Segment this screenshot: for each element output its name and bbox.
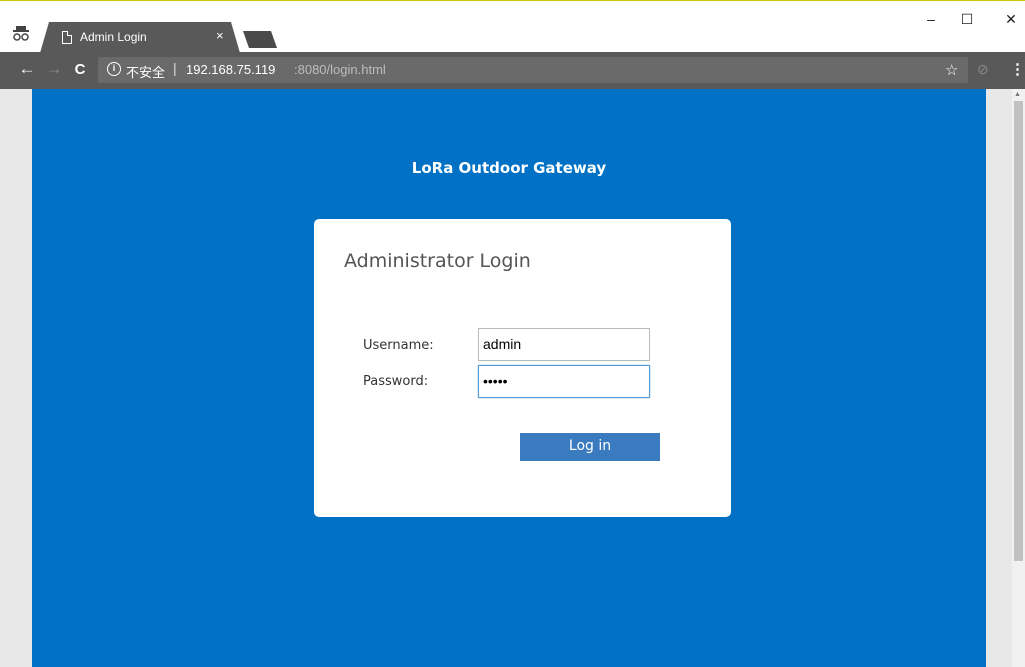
url-separator: |	[173, 60, 177, 76]
back-button[interactable]: ←	[17, 59, 37, 79]
scroll-up-arrow-icon[interactable]: ▲	[1014, 91, 1021, 98]
maximize-button[interactable]: ☐	[957, 11, 977, 28]
username-label: Username:	[363, 338, 434, 353]
scroll-thumb[interactable]	[1014, 101, 1023, 561]
new-tab-button[interactable]	[243, 31, 277, 48]
security-label: 不安全	[126, 65, 166, 80]
password-input[interactable]: •••••	[478, 365, 650, 398]
url-path: :8080/login.html	[294, 62, 386, 77]
info-icon[interactable]: i	[107, 62, 121, 76]
browser-toolbar: ← → C i 不安全 | 192.168.75.119 :8080/login…	[0, 52, 1025, 89]
login-button[interactable]: Log in	[520, 433, 660, 461]
login-heading: Administrator Login	[344, 250, 531, 272]
forward-button[interactable]: →	[44, 59, 64, 79]
reload-button[interactable]: C	[70, 61, 90, 78]
page-icon	[62, 31, 72, 44]
login-page: LoRa Outdoor Gateway Administrator Login…	[32, 89, 986, 667]
vertical-scrollbar[interactable]: ▲	[1012, 89, 1025, 667]
address-bar[interactable]: i 不安全 | 192.168.75.119 :8080/login.html	[98, 57, 968, 83]
minimize-button[interactable]: –	[921, 11, 941, 27]
incognito-icon	[13, 26, 29, 41]
close-window-button[interactable]: ✕	[1001, 11, 1021, 28]
username-input[interactable]: admin	[478, 328, 650, 361]
password-label: Password:	[363, 374, 429, 389]
login-card: Administrator Login Username: admin Pass…	[314, 219, 731, 517]
extension-icon[interactable]: ⊘	[977, 61, 989, 78]
bookmark-star-icon[interactable]: ☆	[945, 61, 958, 79]
browser-menu-icon[interactable]: ⋮	[1010, 60, 1025, 78]
page-viewport: LoRa Outdoor Gateway Administrator Login…	[0, 89, 1025, 667]
url-host: 192.168.75.119	[186, 62, 276, 77]
tab-admin-login[interactable]: Admin Login ×	[40, 22, 240, 53]
browser-title-bar: Admin Login × – ☐ ✕	[0, 0, 1025, 53]
tab-title: Admin Login	[80, 30, 147, 44]
tab-close-icon[interactable]: ×	[216, 28, 224, 43]
brand-title: LoRa Outdoor Gateway	[411, 159, 607, 177]
